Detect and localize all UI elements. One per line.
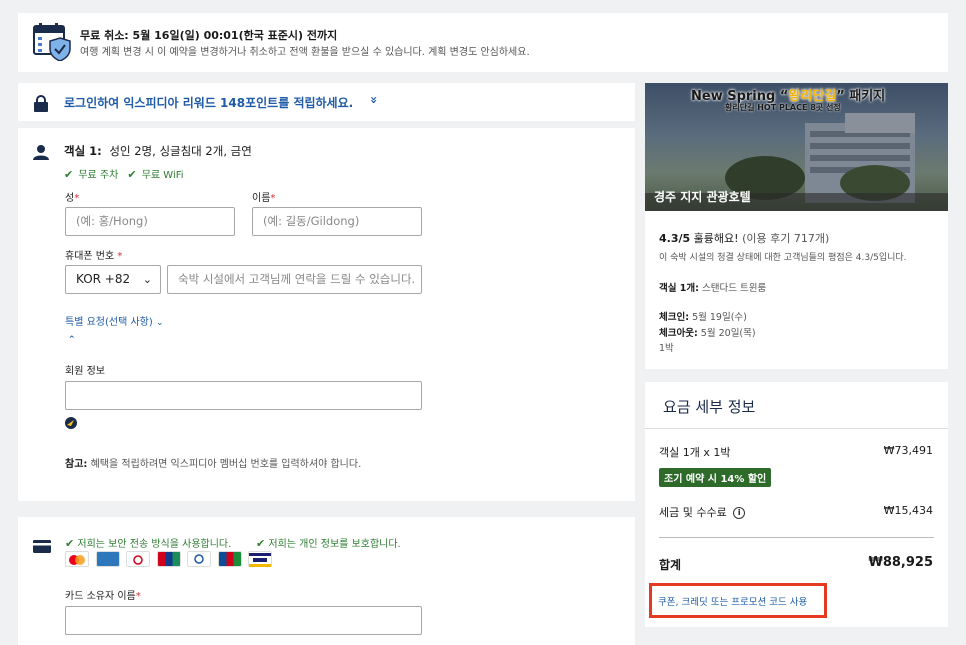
mastercard-icon <box>65 551 89 567</box>
first-name-input[interactable]: (예: 길동/Gildong) <box>252 207 422 236</box>
secure-transfer-note: ✔ 저희는 보안 전송 방식을 사용합니다. <box>65 535 231 550</box>
check-icon: ✔ <box>64 168 74 181</box>
cancellation-title: 무료 취소: 5월 16일(일) 00:01(한국 표준시) 전까지 <box>80 29 338 42</box>
price-details-title: 요금 세부 정보 <box>663 398 756 416</box>
coupon-link[interactable]: 쿠폰, 크레딧 또는 프로모션 코드 사용 <box>658 594 807 608</box>
payment-card: ✔ 저희는 보안 전송 방식을 사용합니다. ✔ 저희는 개인 정보를 보호합니… <box>18 517 635 645</box>
review-count: (이용 후기 717개) <box>742 232 830 245</box>
credit-card-icon <box>33 538 51 553</box>
note-label: 참고: <box>65 459 88 470</box>
room-type: 스탠다드 트윈룸 <box>701 283 767 294</box>
total-label: 합계 <box>659 558 682 572</box>
login-rewards-banner[interactable]: 로그인하여 익스피디아 리워드 148포인트를 적립하세요. » <box>18 83 635 121</box>
cancellation-subtitle: 여행 계획 변경 시 이 예약을 변경하거나 취소하고 전액 환불을 받으실 수… <box>80 47 530 58</box>
checkout-label: 체크아웃: <box>659 328 698 339</box>
tax-label-row: 세금 및 수수료 i <box>659 504 746 520</box>
bc-card-icon <box>126 551 150 567</box>
divider <box>659 537 934 538</box>
discount-badge: 조기 예약 시 14% 할인 <box>659 468 772 487</box>
collapse-icon[interactable]: ⌃ <box>68 335 76 345</box>
privacy-text: 저희는 개인 정보를 보호합니다. <box>268 539 401 550</box>
check-icon: ✔ <box>256 537 266 550</box>
lock-icon <box>34 95 48 112</box>
note-text: 혜택을 적립하려면 익스피디아 멤버십 번호를 입력하셔야 합니다. <box>90 459 362 470</box>
amex-icon <box>96 551 120 567</box>
nights-count: 1박 <box>659 343 674 354</box>
phone-input[interactable]: 숙박 시설에서 고객님께 연락을 드릴 수 있습니다. <box>167 265 422 294</box>
divider <box>645 428 948 429</box>
check-icon: ✔ <box>65 537 75 550</box>
last-name-label: 성* <box>65 193 80 204</box>
country-code-value: KOR +82 <box>76 272 131 286</box>
amenity-parking: 무료 주차 <box>78 170 119 181</box>
amenity-wifi: 무료 WiFi <box>141 170 184 181</box>
checkout-line: 체크아웃: 5월 20일(목) <box>659 325 756 339</box>
chevron-down-icon[interactable]: » <box>367 96 381 104</box>
country-code-select[interactable]: KOR +82 ⌄ <box>65 265 161 294</box>
rating-word: 훌륭해요! <box>693 232 739 245</box>
phone-label: 휴대폰 번호 * <box>65 251 123 262</box>
room-count-label: 객실 1개: <box>659 283 699 294</box>
tax-label: 세금 및 수수료 <box>659 506 727 519</box>
room-summary: 객실 1개: 스탠다드 트윈룸 <box>659 280 766 294</box>
hotel-summary-card: New Spring “왕리단길” 패키지 황리단길 HOT PLACE 8곳 … <box>645 83 948 369</box>
membership-note: 참고: 혜택을 적립하려면 익스피디아 멤버십 번호를 입력하셔야 합니다. <box>65 455 361 470</box>
diners-club-icon <box>187 551 211 567</box>
login-rewards-link[interactable]: 로그인하여 익스피디아 리워드 148포인트를 적립하세요. <box>64 94 353 111</box>
checkin-line: 체크인: 5월 19일(수) <box>659 309 747 323</box>
chevron-down-icon: ⌄ <box>142 273 152 286</box>
secure-transfer-text: 저희는 보안 전송 방식을 사용합니다. <box>77 539 232 550</box>
special-request-label: 특별 요청(선택 사항) <box>65 317 153 328</box>
total-amount: ₩88,925 <box>868 555 933 570</box>
person-icon <box>33 144 49 160</box>
calendar-shield-icon <box>33 23 71 62</box>
visa-icon <box>248 551 272 567</box>
cardholder-name-input[interactable] <box>65 606 422 635</box>
special-request-toggle[interactable]: 특별 요청(선택 사항) ⌄ <box>65 313 164 328</box>
promo-subline: 황리단길 HOT PLACE 8곳 선정 <box>725 103 841 112</box>
price-details-card: 요금 세부 정보 객실 1개 x 1박 ₩73,491 조기 예약 시 14% … <box>645 382 948 627</box>
checkout-date: 5월 20일(목) <box>700 328 756 339</box>
guest-info-card: 객실 1: 성인 2명, 싱글침대 2개, 금연 ✔ 무료 주차 ✔ 무료 Wi… <box>18 128 635 501</box>
room-label: 객실 1: <box>64 144 102 158</box>
member-info-label: 회원 정보 <box>65 366 105 377</box>
card-logos <box>65 551 285 569</box>
jcb-icon <box>218 551 242 567</box>
promo-headline-part2: ” 패키지 <box>836 89 886 104</box>
amenities-list: ✔ 무료 주차 ✔ 무료 WiFi <box>64 163 184 182</box>
rating-description: 이 숙박 시설의 청결 상태에 대한 고객님들의 평점은 4.3/5입니다. <box>659 253 907 263</box>
room-line-label: 객실 1개 x 1박 <box>659 446 731 459</box>
room-line-amount: ₩73,491 <box>883 444 933 457</box>
unionpay-icon <box>157 551 181 567</box>
rating-line: 4.3/5 훌륭해요! (이용 후기 717개) <box>659 230 829 246</box>
member-number-input[interactable] <box>65 381 422 410</box>
hotel-photo: New Spring “왕리단길” 패키지 황리단길 HOT PLACE 8곳 … <box>645 83 948 211</box>
expedia-logo-icon <box>65 414 77 429</box>
check-icon: ✔ <box>127 168 137 181</box>
cardholder-label: 카드 소유자 이름* <box>65 591 141 602</box>
room-description: 성인 2명, 싱글침대 2개, 금연 <box>109 144 252 158</box>
chevron-down-icon: ⌄ <box>155 318 164 328</box>
hotel-name: 경주 지지 관광호텔 <box>654 190 751 204</box>
checkin-label: 체크인: <box>659 312 690 323</box>
privacy-note: ✔ 저희는 개인 정보를 보호합니다. <box>256 535 401 550</box>
checkin-date: 5월 19일(수) <box>692 312 747 323</box>
coupon-link-highlight[interactable]: 쿠폰, 크레딧 또는 프로모션 코드 사용 <box>649 583 827 618</box>
tax-amount: ₩15,434 <box>883 504 933 517</box>
free-cancellation-banner: 무료 취소: 5월 16일(일) 00:01(한국 표준시) 전까지 여행 계획… <box>18 13 948 72</box>
last-name-input[interactable]: (예: 홍/Hong) <box>65 207 235 236</box>
first-name-label: 이름* <box>252 193 276 204</box>
info-icon[interactable]: i <box>733 507 746 519</box>
rating-score: 4.3/5 <box>659 232 691 245</box>
